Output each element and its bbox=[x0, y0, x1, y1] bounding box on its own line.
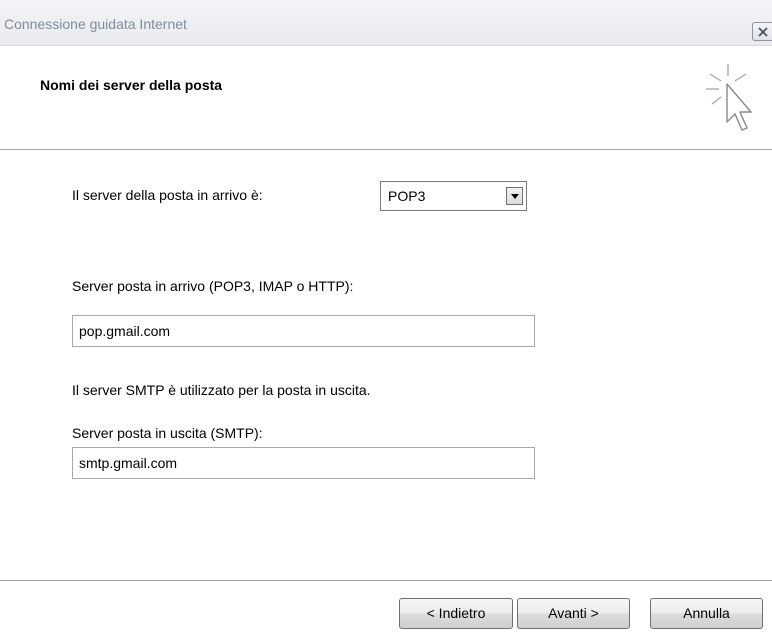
chevron-down-icon bbox=[511, 194, 519, 199]
outgoing-server-label: Server posta in uscita (SMTP): bbox=[72, 425, 263, 441]
back-button[interactable]: < Indietro bbox=[399, 598, 513, 629]
incoming-type-select[interactable]: POP3 bbox=[380, 181, 527, 211]
title-bar: Connessione guidata Internet bbox=[0, 0, 772, 46]
close-button[interactable] bbox=[752, 22, 772, 41]
wizard-cursor-icon bbox=[706, 64, 752, 131]
smtp-info-text: Il server SMTP è utilizzato per la posta… bbox=[72, 382, 371, 398]
wizard-footer: < Indietro Avanti > Annulla bbox=[0, 580, 772, 644]
close-icon bbox=[758, 27, 768, 37]
wizard-header: Nomi dei server della posta bbox=[0, 46, 772, 150]
outgoing-server-input[interactable] bbox=[72, 447, 535, 479]
cancel-button[interactable]: Annulla bbox=[650, 598, 763, 629]
incoming-type-value: POP3 bbox=[388, 188, 426, 204]
next-button[interactable]: Avanti > bbox=[517, 598, 630, 629]
incoming-server-label: Server posta in arrivo (POP3, IMAP o HTT… bbox=[72, 278, 354, 294]
incoming-type-label: Il server della posta in arrivo è: bbox=[72, 187, 263, 203]
dropdown-button[interactable] bbox=[506, 187, 523, 205]
page-title: Nomi dei server della posta bbox=[40, 77, 223, 93]
form-area: Il server della posta in arrivo è: POP3 … bbox=[0, 150, 772, 580]
window-title: Connessione guidata Internet bbox=[4, 16, 187, 32]
incoming-server-input[interactable] bbox=[72, 315, 535, 347]
